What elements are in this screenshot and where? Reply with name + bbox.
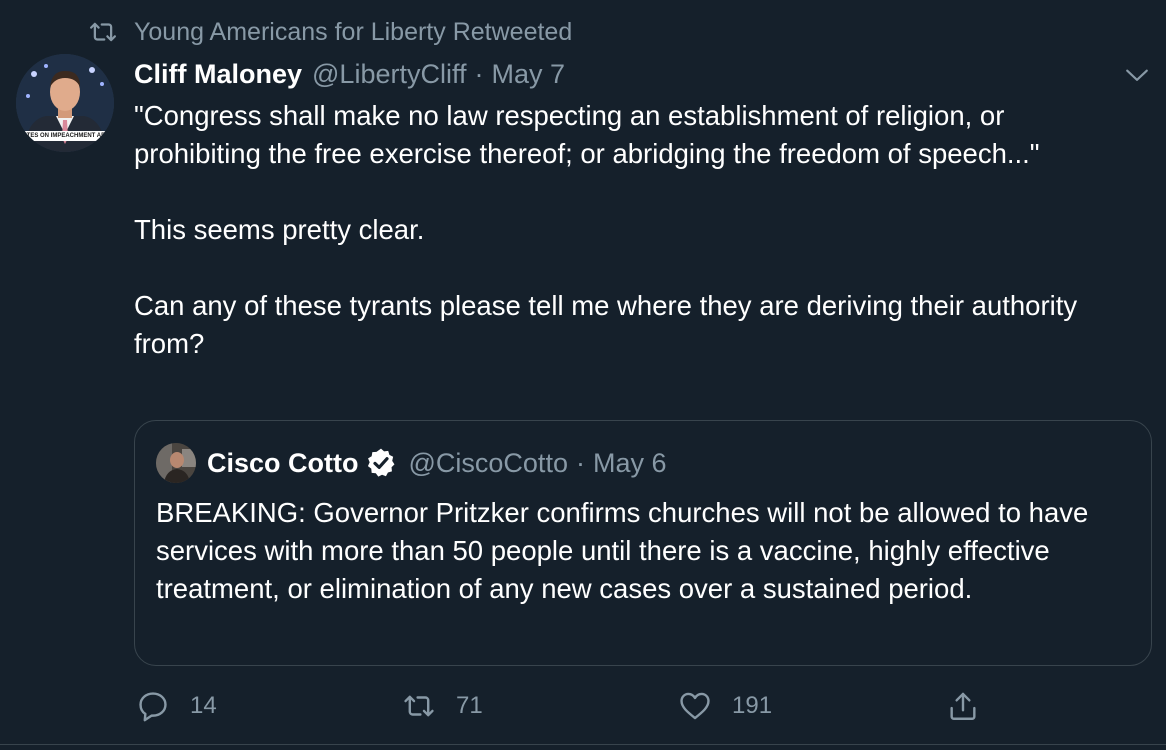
tweet-divider <box>0 744 1166 745</box>
tweet[interactable]: Young Americans for Liberty Retweeted VO… <box>0 0 1166 750</box>
heart-icon <box>680 692 710 720</box>
like-button[interactable]: 191 <box>678 686 772 726</box>
tweet-actions: 14 71 191 <box>134 686 1014 726</box>
reply-icon <box>139 692 167 722</box>
author-name[interactable]: Cliff Maloney <box>134 59 302 90</box>
retweet-banner-text: Young Americans for Liberty Retweeted <box>134 17 573 46</box>
tweet-text: "Congress shall make no law respecting a… <box>134 97 1134 363</box>
author-avatar[interactable]: VOTES ON IMPEACHMENT AR <box>16 54 114 152</box>
reply-button[interactable]: 14 <box>136 686 217 726</box>
retweet-icon <box>90 22 116 42</box>
avatar-caption: VOTES ON IMPEACHMENT AR <box>18 133 106 139</box>
quoted-tweet-header: Cisco Cotto @CiscoCotto · May 6 <box>207 445 667 481</box>
quoted-tweet-date[interactable]: May 6 <box>593 448 667 479</box>
tweet-paragraph-quote: "Congress shall make no law respecting a… <box>134 100 1040 169</box>
tweet-paragraph-statement: This seems pretty clear. <box>134 214 425 245</box>
header-separator: · <box>474 58 484 89</box>
retweet-button[interactable]: 71 <box>402 686 483 726</box>
quoted-author-avatar-image <box>156 443 196 483</box>
share-button[interactable] <box>946 686 1000 726</box>
quoted-header-separator: · <box>575 447 585 478</box>
tweet-paragraph-question: Can any of these tyrants please tell me … <box>134 290 1078 359</box>
author-handle[interactable]: @LibertyCliff <box>312 59 466 90</box>
retweet-count: 71 <box>456 692 483 719</box>
chevron-down-icon[interactable] <box>1124 62 1150 88</box>
like-count: 191 <box>732 692 773 719</box>
tweet-date[interactable]: May 7 <box>491 59 565 90</box>
retweet-banner[interactable]: Young Americans for Liberty Retweeted <box>88 16 572 48</box>
quoted-tweet[interactable]: Cisco Cotto @CiscoCotto · May 6 BREAKING… <box>134 420 1152 666</box>
quoted-author-avatar[interactable] <box>156 443 196 483</box>
retweet-icon <box>404 695 434 717</box>
tweet-header: Cliff Maloney @LibertyCliff · May 7 <box>134 56 565 92</box>
share-icon <box>950 692 976 720</box>
quoted-tweet-text: BREAKING: Governor Pritzker confirms chu… <box>156 497 1089 604</box>
quoted-author-handle[interactable]: @CiscoCotto <box>409 448 568 479</box>
quoted-author-name[interactable]: Cisco Cotto <box>207 448 359 479</box>
verified-badge-icon <box>367 448 394 477</box>
reply-count: 14 <box>190 692 217 719</box>
